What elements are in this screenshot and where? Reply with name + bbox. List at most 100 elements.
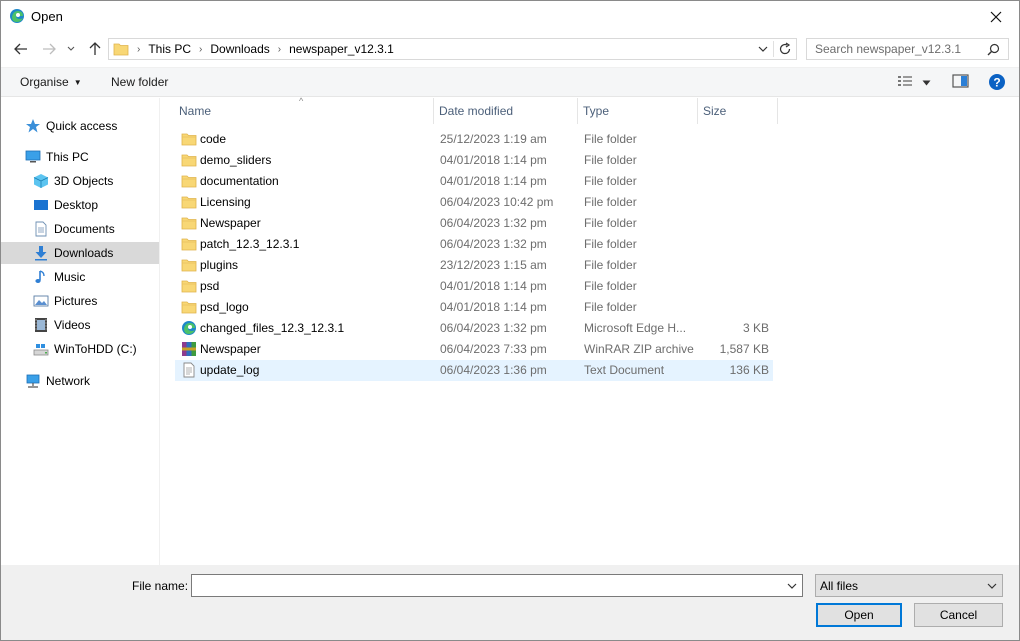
column-header-type[interactable]: Type bbox=[579, 98, 698, 124]
file-date-modified: 06/04/2023 1:36 pm bbox=[440, 363, 547, 377]
sidebar-item-quick-access[interactable]: Quick access bbox=[25, 115, 159, 137]
search-icon bbox=[987, 43, 1000, 56]
file-name-label: File name: bbox=[132, 579, 189, 593]
sidebar-item-label: Videos bbox=[54, 318, 91, 332]
sidebar-item-network[interactable]: Network bbox=[25, 370, 159, 392]
breadcrumb-this-pc[interactable]: This PC bbox=[148, 42, 191, 56]
file-size: 3 KB bbox=[742, 321, 769, 335]
sidebar-item-downloads[interactable]: Downloads bbox=[1, 242, 159, 264]
search-input[interactable] bbox=[815, 42, 990, 56]
file-date-modified: 06/04/2023 1:32 pm bbox=[440, 321, 547, 335]
search-box[interactable] bbox=[806, 38, 1009, 60]
file-type: Microsoft Edge H... bbox=[584, 321, 687, 335]
file-row[interactable]: code 25/12/2023 1:19 am File folder bbox=[175, 129, 773, 150]
breadcrumb-downloads[interactable]: Downloads bbox=[210, 42, 269, 56]
help-icon: ? bbox=[989, 74, 1005, 90]
chevron-down-icon[interactable] bbox=[757, 42, 769, 56]
file-name-combobox[interactable] bbox=[191, 574, 803, 597]
sidebar-item-label: Music bbox=[54, 270, 86, 284]
file-row[interactable]: plugins 23/12/2023 1:15 am File folder bbox=[175, 255, 773, 276]
file-name: Licensing bbox=[200, 195, 251, 209]
new-folder-button[interactable]: New folder bbox=[111, 75, 168, 89]
file-row[interactable]: psd 04/01/2018 1:14 pm File folder bbox=[175, 276, 773, 297]
picture-icon bbox=[33, 293, 49, 309]
file-type: Text Document bbox=[584, 363, 665, 377]
cancel-button[interactable]: Cancel bbox=[914, 603, 1003, 627]
sidebar-item-3d-objects[interactable]: 3D Objects bbox=[33, 170, 159, 192]
open-button[interactable]: Open bbox=[816, 603, 902, 627]
sidebar-item-label: Pictures bbox=[54, 294, 98, 308]
sidebar-item-documents[interactable]: Documents bbox=[33, 218, 159, 240]
edge-app-icon bbox=[10, 9, 24, 23]
address-bar[interactable]: › This PC › Downloads › newspaper_v12.3.… bbox=[108, 38, 797, 60]
file-name: changed_files_12.3_12.3.1 bbox=[200, 321, 345, 335]
file-name: update_log bbox=[200, 363, 260, 377]
file-type: WinRAR ZIP archive bbox=[584, 342, 694, 356]
bottom-panel: File name: All files Open Cancel bbox=[1, 565, 1019, 640]
organise-button[interactable]: Organise ▼ bbox=[20, 75, 82, 89]
sidebar-item-wintohdd-drive[interactable]: WinToHDD (C:) bbox=[33, 338, 159, 360]
file-row[interactable]: Newspaper 06/04/2023 1:32 pm File folder bbox=[175, 213, 773, 234]
computer-icon bbox=[25, 149, 41, 165]
file-row[interactable]: demo_sliders 04/01/2018 1:14 pm File folde… bbox=[175, 150, 773, 171]
view-options-button[interactable] bbox=[922, 76, 931, 90]
close-button[interactable] bbox=[973, 1, 1019, 32]
forward-button[interactable] bbox=[39, 39, 59, 59]
file-name: demo_sliders bbox=[200, 153, 272, 167]
file-date-modified: 23/12/2023 1:15 am bbox=[440, 258, 547, 272]
file-name-input[interactable] bbox=[192, 575, 772, 596]
file-date-modified: 06/04/2023 10:42 pm bbox=[440, 195, 554, 209]
column-header-size[interactable]: Size bbox=[699, 98, 778, 124]
folder-icon bbox=[181, 236, 197, 252]
column-header-label: Type bbox=[583, 104, 610, 118]
file-row[interactable]: update_log 06/04/2023 1:36 pm Text Documen… bbox=[175, 360, 773, 381]
change-view-button[interactable] bbox=[897, 74, 915, 91]
folder-icon bbox=[181, 278, 197, 294]
file-row[interactable]: patch_12.3_12.3.1 06/04/2023 1:32 pm File … bbox=[175, 234, 773, 255]
sidebar-item-label: Quick access bbox=[46, 119, 118, 133]
file-type-filter[interactable]: All files bbox=[815, 574, 1003, 597]
file-type: File folder bbox=[584, 300, 637, 314]
folder-icon bbox=[181, 215, 197, 231]
recent-locations-button[interactable] bbox=[64, 39, 78, 59]
sidebar-item-pictures[interactable]: Pictures bbox=[33, 290, 159, 312]
navigation-pane: Quick access This PC 3D Objects Desktop … bbox=[1, 98, 160, 565]
folder-icon bbox=[181, 194, 197, 210]
up-button[interactable] bbox=[85, 39, 105, 59]
refresh-icon[interactable] bbox=[778, 42, 792, 56]
column-header-date-modified[interactable]: Date modified bbox=[435, 98, 578, 124]
preview-pane-button[interactable] bbox=[952, 74, 970, 91]
help-button[interactable]: ? bbox=[988, 73, 1006, 94]
file-row[interactable]: changed_files_12.3_12.3.1 06/04/2023 1:32… bbox=[175, 318, 773, 339]
preview-pane-icon bbox=[952, 74, 969, 88]
file-row[interactable]: psd_logo 04/01/2018 1:14 pm File folder bbox=[175, 297, 773, 318]
back-button[interactable] bbox=[11, 39, 31, 59]
chevron-down-icon bbox=[987, 583, 997, 589]
chevron-down-icon bbox=[67, 46, 75, 51]
arrow-right-icon bbox=[43, 43, 56, 55]
sidebar-item-music[interactable]: Music bbox=[33, 266, 159, 288]
breadcrumb-current-folder[interactable]: newspaper_v12.3.1 bbox=[289, 42, 394, 56]
file-row[interactable]: documentation 04/01/2018 1:14 pm File fold… bbox=[175, 171, 773, 192]
breadcrumb-separator: › bbox=[199, 43, 203, 55]
star-icon bbox=[25, 118, 41, 134]
file-type-filter-value: All files bbox=[820, 579, 859, 593]
arrow-up-icon bbox=[89, 42, 101, 55]
divider bbox=[773, 41, 774, 57]
folder-icon bbox=[113, 43, 129, 56]
sidebar-item-videos[interactable]: Videos bbox=[33, 314, 159, 336]
command-bar: Organise ▼ New folder ? bbox=[1, 67, 1019, 97]
column-header-name[interactable]: Name bbox=[175, 98, 434, 124]
file-row[interactable]: Licensing 06/04/2023 10:42 pm File folder bbox=[175, 192, 773, 213]
file-date-modified: 04/01/2018 1:14 pm bbox=[440, 279, 547, 293]
sidebar-item-this-pc[interactable]: This PC bbox=[25, 146, 159, 168]
file-row[interactable]: Newspaper 06/04/2023 7:33 pm WinRAR ZIP ar… bbox=[175, 339, 773, 360]
sidebar-item-desktop[interactable]: Desktop bbox=[33, 194, 159, 216]
chevron-down-icon[interactable] bbox=[786, 580, 798, 592]
file-type: File folder bbox=[584, 216, 637, 230]
file-type: File folder bbox=[584, 258, 637, 272]
title-bar: Open bbox=[1, 1, 1019, 32]
file-type: File folder bbox=[584, 195, 637, 209]
file-date-modified: 04/01/2018 1:14 pm bbox=[440, 300, 547, 314]
drive-icon bbox=[33, 341, 49, 357]
